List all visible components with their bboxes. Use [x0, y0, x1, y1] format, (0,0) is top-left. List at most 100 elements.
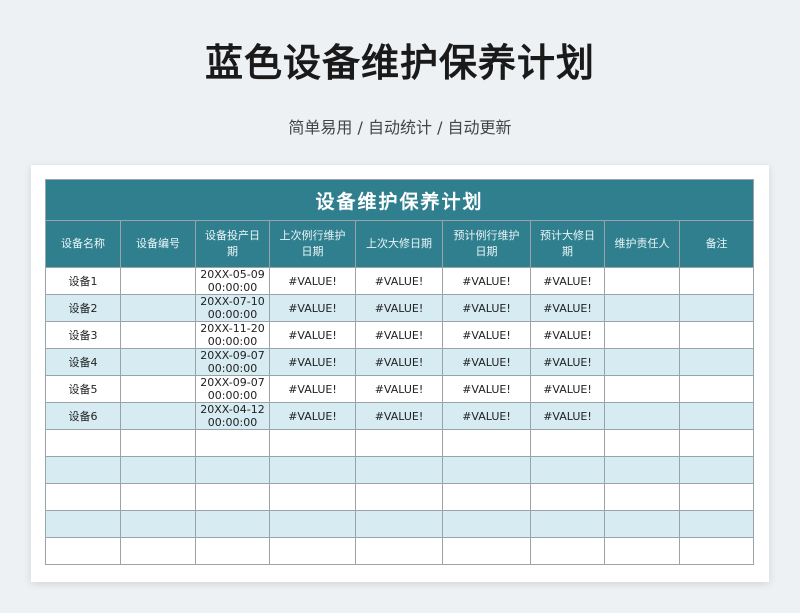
table-cell[interactable]: #VALUE! [269, 348, 356, 376]
table-cell[interactable]: #VALUE! [442, 375, 531, 403]
table-cell[interactable] [355, 483, 443, 511]
column-header[interactable]: 上次大修日期 [355, 220, 443, 268]
table-cell[interactable] [195, 483, 270, 511]
table-cell[interactable]: #VALUE! [530, 375, 605, 403]
column-header[interactable]: 设备名称 [45, 220, 121, 268]
table-cell[interactable] [678, 294, 755, 322]
table-cell[interactable] [45, 510, 121, 538]
table-cell[interactable] [120, 267, 196, 295]
table-cell[interactable] [530, 456, 605, 484]
table-cell[interactable] [120, 375, 196, 403]
table-cell[interactable] [120, 402, 196, 430]
table-cell[interactable] [604, 375, 680, 403]
table-cell[interactable] [120, 537, 196, 565]
table-cell[interactable] [678, 348, 755, 376]
table-cell[interactable] [678, 510, 755, 538]
table-cell[interactable] [195, 429, 270, 457]
table-cell[interactable]: #VALUE! [355, 294, 443, 322]
column-header[interactable]: 维护责任人 [604, 220, 680, 268]
table-cell[interactable]: #VALUE! [355, 375, 443, 403]
table-cell[interactable]: #VALUE! [442, 402, 531, 430]
table-cell[interactable]: #VALUE! [442, 267, 531, 295]
table-cell[interactable]: #VALUE! [442, 321, 531, 349]
table-cell[interactable]: 20XX-09-07 00:00:00 [195, 348, 270, 376]
table-cell[interactable] [678, 321, 755, 349]
table-cell[interactable] [678, 537, 755, 565]
table-cell[interactable]: #VALUE! [269, 294, 356, 322]
table-cell[interactable] [45, 537, 121, 565]
table-cell[interactable] [269, 456, 356, 484]
table-cell[interactable] [120, 483, 196, 511]
table-cell[interactable] [355, 429, 443, 457]
table-cell[interactable] [45, 429, 121, 457]
table-cell[interactable] [604, 510, 680, 538]
table-cell[interactable]: #VALUE! [442, 294, 531, 322]
table-cell[interactable]: 20XX-04-12 00:00:00 [195, 402, 270, 430]
table-cell[interactable]: #VALUE! [530, 294, 605, 322]
table-cell[interactable]: #VALUE! [355, 348, 443, 376]
table-cell[interactable]: #VALUE! [269, 267, 356, 295]
table-cell[interactable] [530, 537, 605, 565]
column-header[interactable]: 上次例行维护日期 [269, 220, 356, 268]
table-cell[interactable]: 20XX-11-20 00:00:00 [195, 321, 270, 349]
table-cell[interactable] [442, 510, 531, 538]
table-cell[interactable]: #VALUE! [269, 321, 356, 349]
table-cell[interactable] [442, 537, 531, 565]
table-cell[interactable]: 20XX-07-10 00:00:00 [195, 294, 270, 322]
table-cell[interactable]: 设备1 [45, 267, 121, 295]
table-cell[interactable] [678, 429, 755, 457]
table-cell[interactable]: 设备2 [45, 294, 121, 322]
table-cell[interactable] [678, 402, 755, 430]
table-cell[interactable]: 设备3 [45, 321, 121, 349]
table-cell[interactable] [604, 294, 680, 322]
table-cell[interactable]: #VALUE! [530, 348, 605, 376]
table-cell[interactable] [604, 456, 680, 484]
table-cell[interactable] [678, 483, 755, 511]
table-cell[interactable] [269, 483, 356, 511]
table-cell[interactable] [530, 483, 605, 511]
table-cell[interactable]: 设备4 [45, 348, 121, 376]
table-cell[interactable] [604, 429, 680, 457]
table-cell[interactable] [120, 429, 196, 457]
column-header[interactable]: 预计大修日期 [530, 220, 605, 268]
column-header[interactable]: 设备投产日期 [195, 220, 270, 268]
table-cell[interactable] [678, 375, 755, 403]
table-cell[interactable] [678, 456, 755, 484]
table-cell[interactable] [120, 294, 196, 322]
table-cell[interactable] [604, 537, 680, 565]
table-cell[interactable] [442, 429, 531, 457]
table-cell[interactable]: #VALUE! [355, 402, 443, 430]
table-cell[interactable] [604, 348, 680, 376]
table-cell[interactable]: #VALUE! [530, 321, 605, 349]
table-cell[interactable] [45, 456, 121, 484]
table-cell[interactable] [45, 483, 121, 511]
table-cell[interactable] [269, 510, 356, 538]
table-cell[interactable]: 设备6 [45, 402, 121, 430]
column-header[interactable]: 预计例行维护日期 [442, 220, 531, 268]
table-cell[interactable]: #VALUE! [355, 321, 443, 349]
table-cell[interactable] [604, 267, 680, 295]
table-cell[interactable] [604, 402, 680, 430]
table-cell[interactable]: #VALUE! [442, 348, 531, 376]
table-cell[interactable]: 设备5 [45, 375, 121, 403]
table-cell[interactable]: 20XX-09-07 00:00:00 [195, 375, 270, 403]
column-header[interactable]: 备注 [678, 220, 755, 268]
table-cell[interactable] [530, 510, 605, 538]
table-cell[interactable]: 20XX-05-09 00:00:00 [195, 267, 270, 295]
table-cell[interactable]: #VALUE! [530, 402, 605, 430]
table-cell[interactable] [604, 483, 680, 511]
table-cell[interactable] [195, 537, 270, 565]
table-cell[interactable] [269, 429, 356, 457]
table-cell[interactable] [120, 510, 196, 538]
table-cell[interactable] [604, 321, 680, 349]
table-cell[interactable] [442, 483, 531, 511]
table-cell[interactable]: #VALUE! [355, 267, 443, 295]
table-cell[interactable]: #VALUE! [269, 402, 356, 430]
table-cell[interactable]: #VALUE! [269, 375, 356, 403]
table-cell[interactable] [120, 456, 196, 484]
table-cell[interactable] [530, 429, 605, 457]
table-cell[interactable] [355, 456, 443, 484]
table-cell[interactable] [195, 510, 270, 538]
table-cell[interactable] [195, 456, 270, 484]
table-cell[interactable] [678, 267, 755, 295]
